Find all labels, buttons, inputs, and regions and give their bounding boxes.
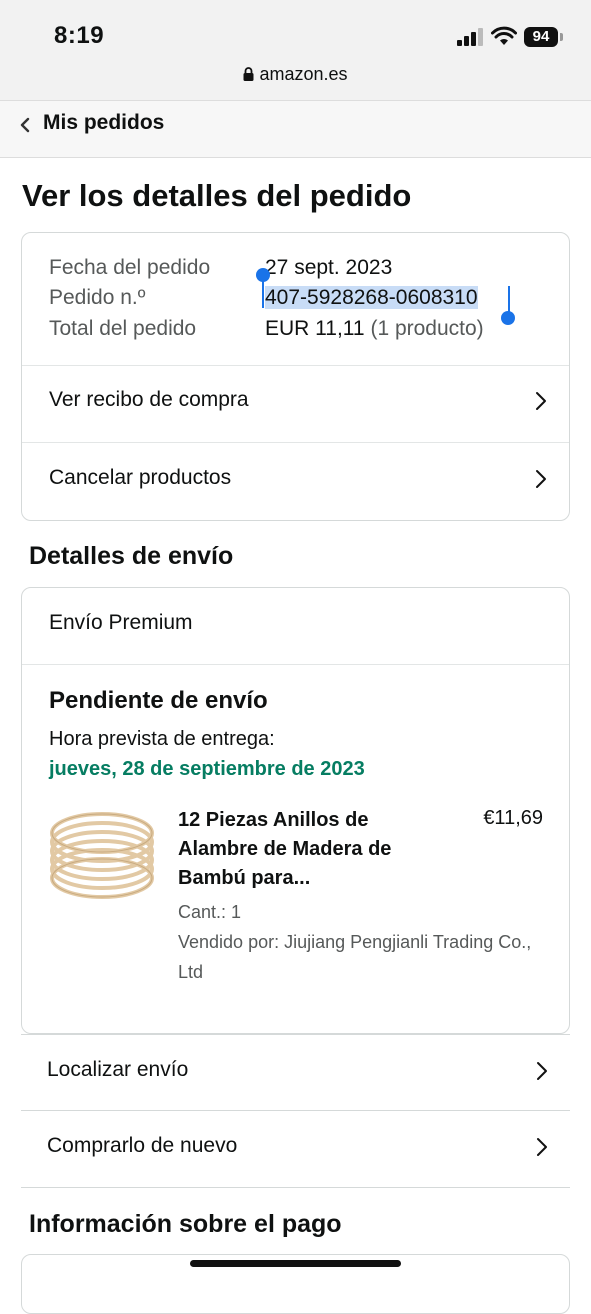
cellular-signal-icon — [457, 28, 483, 46]
shipment-block: Pendiente de envío Hora prevista de entr… — [22, 664, 569, 1032]
view-receipt-row[interactable]: Ver recibo de compra — [22, 365, 569, 442]
battery-cap — [560, 33, 563, 41]
view-receipt-label: Ver recibo de compra — [49, 388, 249, 411]
product-price: €11,69 — [483, 807, 543, 829]
status-bar: 8:19 94 amazon.es — [0, 0, 591, 100]
chevron-right-icon — [536, 392, 546, 410]
selected-order-number[interactable]: 407-5928268-0608310 — [265, 286, 478, 309]
chevron-right-icon — [536, 470, 546, 488]
order-number-value[interactable]: 407-5928268-0608310 — [265, 286, 478, 310]
shipping-section-title: Detalles de envío — [29, 542, 234, 570]
order-total-count: (1 producto) — [370, 317, 484, 340]
order-date-label: Fecha del pedido — [49, 256, 211, 279]
url-bar[interactable]: amazon.es — [0, 64, 591, 85]
order-summary-card: Fecha del pedido 27 sept. 2023 Pedido n.… — [21, 232, 570, 521]
product-seller: Vendido por: Jiujiang Pengjianli Trading… — [178, 932, 532, 982]
selection-start-bar — [262, 278, 264, 308]
track-shipment-row[interactable]: Localizar envío — [21, 1034, 570, 1111]
battery-icon: 94 — [524, 27, 558, 47]
back-nav[interactable]: Mis pedidos — [0, 100, 591, 158]
order-date-value: 27 sept. 2023 — [265, 256, 393, 279]
lock-icon — [243, 67, 254, 81]
shipping-card: Envío Premium Pendiente de envío Hora pr… — [21, 587, 570, 1034]
product-image[interactable] — [47, 805, 157, 905]
shipment-status: Pendiente de envío — [49, 687, 268, 714]
home-indicator[interactable] — [190, 1260, 401, 1267]
shipping-method: Envío Premium — [49, 611, 193, 634]
order-total-label: Total del pedido — [49, 317, 197, 340]
back-link[interactable]: Mis pedidos — [43, 111, 164, 135]
order-total-value: EUR 11,11 (1 producto) — [265, 317, 484, 341]
track-shipment-label: Localizar envío — [47, 1058, 189, 1081]
cancel-products-label: Cancelar productos — [49, 466, 232, 489]
order-number-label: Pedido n.º — [49, 286, 146, 309]
url-text: amazon.es — [259, 64, 348, 84]
product-title-link[interactable]: 12 Piezas Anillos de Alambre de Madera d… — [178, 806, 418, 893]
order-total-amount: EUR 11,11 — [265, 317, 365, 340]
cancel-products-row[interactable]: Cancelar productos — [22, 442, 569, 520]
eta-date: jueves, 28 de septiembre de 2023 — [49, 758, 365, 780]
buy-again-label: Comprarlo de nuevo — [47, 1134, 238, 1157]
page-title: Ver los detalles del pedido — [22, 178, 412, 213]
chevron-right-icon — [537, 1138, 547, 1156]
chevron-right-icon — [537, 1062, 547, 1080]
buy-again-row[interactable]: Comprarlo de nuevo — [21, 1111, 570, 1188]
product-quantity: Cant.: 1 — [178, 902, 242, 922]
clock: 8:19 — [54, 22, 105, 49]
payment-section-title: Información sobre el pago — [29, 1210, 342, 1238]
wifi-icon — [491, 26, 517, 45]
selection-end-handle[interactable] — [501, 311, 515, 325]
eta-label: Hora prevista de entrega: — [49, 728, 275, 750]
chevron-left-icon — [20, 117, 30, 133]
